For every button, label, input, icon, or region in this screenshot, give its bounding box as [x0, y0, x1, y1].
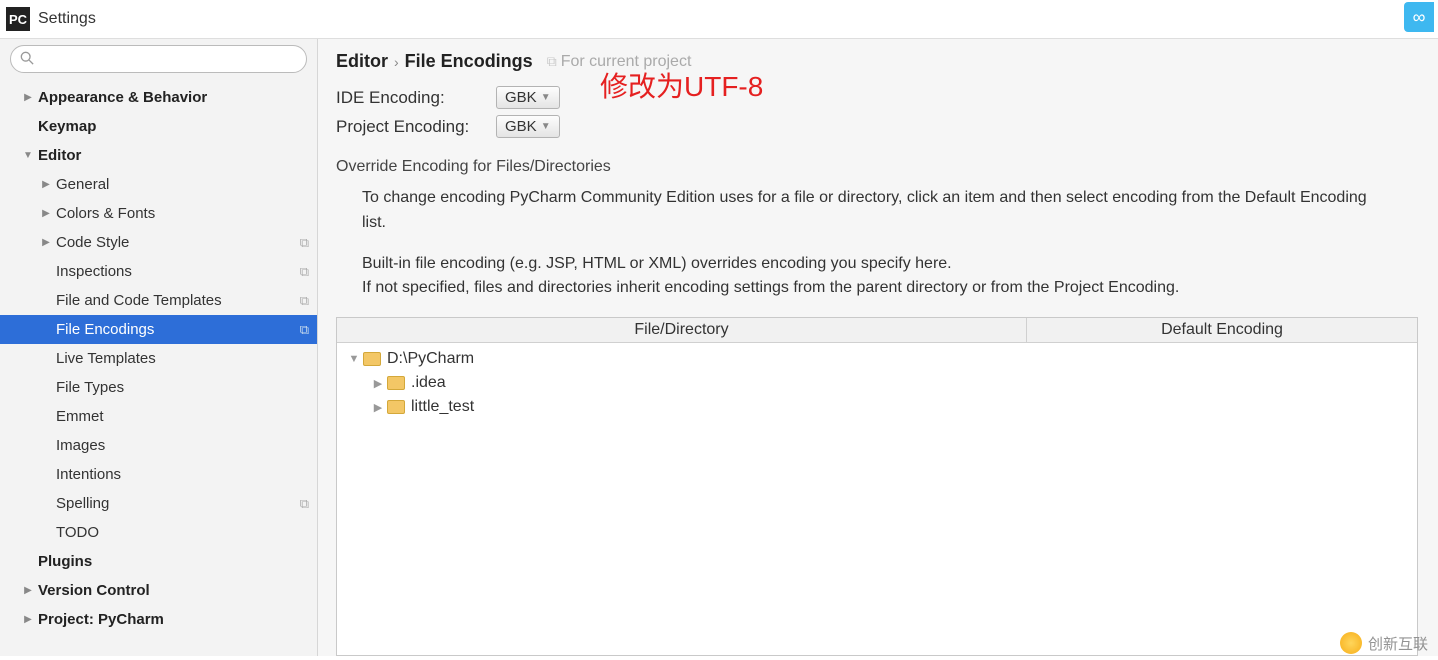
- project-scope-icon: ⧉: [547, 53, 557, 70]
- window-title: Settings: [38, 10, 96, 28]
- sidebar-item-label: Inspections: [56, 263, 300, 280]
- folder-icon: [387, 376, 405, 390]
- sidebar-item-emmet[interactable]: Emmet: [0, 402, 317, 431]
- sidebar-item-label: Version Control: [38, 582, 309, 599]
- col-default-encoding[interactable]: Default Encoding: [1027, 318, 1417, 342]
- sidebar-item-code-style[interactable]: ▶ Code Style⧉: [0, 228, 317, 257]
- table-row[interactable]: ▼ D:\PyCharm: [343, 347, 1411, 371]
- sidebar-item-label: Images: [56, 437, 309, 454]
- project-encoding-dropdown[interactable]: GBK ▼: [496, 115, 560, 138]
- sidebar-item-intentions[interactable]: Intentions: [0, 460, 317, 489]
- sidebar-item-spelling[interactable]: Spelling⧉: [0, 489, 317, 518]
- project-scope-icon: ⧉: [300, 264, 309, 280]
- sidebar-item-file-encodings[interactable]: File Encodings⧉: [0, 315, 317, 344]
- col-file-directory[interactable]: File/Directory: [337, 318, 1027, 342]
- tree-arrow-icon: ▶: [22, 585, 34, 596]
- breadcrumb-root: Editor: [336, 51, 388, 72]
- dir-name: .idea: [411, 374, 446, 392]
- settings-tree: ▶ Appearance & Behavior Keymap ▼ Editor ▶ Gene…: [0, 79, 317, 656]
- sidebar-item-plugins[interactable]: Plugins: [0, 547, 317, 576]
- sidebar-item-label: Plugins: [38, 553, 309, 570]
- project-scope-icon: ⧉: [300, 496, 309, 512]
- sidebar-item-todo[interactable]: TODO: [0, 518, 317, 547]
- settings-main: Editor › File Encodings ⧉ For current pr…: [318, 39, 1438, 656]
- project-scope-icon: ⧉: [300, 235, 309, 251]
- dir-name: D:\PyCharm: [387, 350, 474, 368]
- sidebar-item-inspections[interactable]: Inspections⧉: [0, 257, 317, 286]
- titlebar: PC Settings ∞: [0, 0, 1438, 38]
- breadcrumb-sep: ›: [394, 54, 399, 70]
- ide-encoding-value: GBK: [505, 89, 537, 106]
- breadcrumb-hint: ⧉ For current project: [547, 53, 692, 71]
- ide-encoding-row: IDE Encoding: GBK ▼: [336, 86, 1418, 109]
- encoding-table: File/Directory Default Encoding ▼ D:\PyCh…: [336, 317, 1418, 656]
- sidebar-item-images[interactable]: Images: [0, 431, 317, 460]
- override-section-title: Override Encoding for Files/Directories: [336, 158, 1418, 176]
- table-row[interactable]: ▶ little_test: [343, 395, 1411, 419]
- sidebar-item-label: Code Style: [56, 234, 300, 251]
- sidebar-item-keymap[interactable]: Keymap: [0, 112, 317, 141]
- settings-sidebar: ▶ Appearance & Behavior Keymap ▼ Editor ▶ Gene…: [0, 39, 318, 656]
- sidebar-item-editor[interactable]: ▼ Editor: [0, 141, 317, 170]
- project-scope-icon: ⧉: [300, 322, 309, 338]
- tree-arrow-icon: ▼: [22, 150, 34, 161]
- breadcrumb: Editor › File Encodings ⧉ For current pr…: [336, 51, 1418, 72]
- tree-arrow-icon: ▶: [22, 614, 34, 625]
- ide-encoding-dropdown[interactable]: GBK ▼: [496, 86, 560, 109]
- sidebar-item-file-and-code-templates[interactable]: File and Code Templates⧉: [0, 286, 317, 315]
- project-scope-icon: ⧉: [300, 293, 309, 309]
- watermark-icon: [1340, 632, 1362, 654]
- project-encoding-label: Project Encoding:: [336, 117, 496, 137]
- pycharm-app-icon: PC: [6, 7, 30, 31]
- folder-icon: [387, 400, 405, 414]
- sidebar-item-label: File and Code Templates: [56, 292, 300, 309]
- sidebar-item-label: File Encodings: [56, 321, 300, 338]
- sidebar-item-label: Spelling: [56, 495, 300, 512]
- tree-arrow-icon: ▶: [371, 401, 385, 414]
- sidebar-item-project-pycharm[interactable]: ▶ Project: PyCharm: [0, 605, 317, 634]
- titlebar-tool-icon[interactable]: ∞: [1404, 2, 1434, 32]
- table-body: ▼D:\PyCharm▶.idea▶little_test: [337, 343, 1417, 655]
- override-help-1: To change encoding PyCharm Community Edi…: [336, 186, 1418, 236]
- sidebar-item-label: Editor: [38, 147, 309, 164]
- project-encoding-row: Project Encoding: GBK ▼: [336, 115, 1418, 138]
- watermark: 创新互联: [1340, 632, 1428, 654]
- sidebar-item-appearance-behavior[interactable]: ▶ Appearance & Behavior: [0, 83, 317, 112]
- chevron-down-icon: ▼: [541, 92, 551, 103]
- chevron-down-icon: ▼: [541, 121, 551, 132]
- sidebar-item-label: TODO: [56, 524, 309, 541]
- sidebar-item-label: File Types: [56, 379, 309, 396]
- tree-arrow-icon: ▼: [347, 353, 361, 365]
- project-encoding-value: GBK: [505, 118, 537, 135]
- table-header: File/Directory Default Encoding: [337, 318, 1417, 343]
- sidebar-item-version-control[interactable]: ▶ Version Control: [0, 576, 317, 605]
- search-input[interactable]: [10, 45, 307, 73]
- sidebar-item-general[interactable]: ▶ General: [0, 170, 317, 199]
- ide-encoding-label: IDE Encoding:: [336, 88, 496, 108]
- sidebar-item-label: Project: PyCharm: [38, 611, 309, 628]
- folder-icon: [363, 352, 381, 366]
- sidebar-item-live-templates[interactable]: Live Templates: [0, 344, 317, 373]
- sidebar-item-label: Intentions: [56, 466, 309, 483]
- breadcrumb-leaf: File Encodings: [405, 51, 533, 72]
- tree-arrow-icon: ▶: [40, 237, 52, 248]
- table-row[interactable]: ▶ .idea: [343, 371, 1411, 395]
- sidebar-item-label: General: [56, 176, 309, 193]
- sidebar-item-label: Appearance & Behavior: [38, 89, 309, 106]
- breadcrumb-hint-text: For current project: [561, 53, 692, 71]
- sidebar-item-label: Emmet: [56, 408, 309, 425]
- tree-arrow-icon: ▶: [40, 179, 52, 190]
- sidebar-item-colors-fonts[interactable]: ▶ Colors & Fonts: [0, 199, 317, 228]
- sidebar-item-label: Keymap: [38, 118, 309, 135]
- sidebar-item-file-types[interactable]: File Types: [0, 373, 317, 402]
- watermark-text: 创新互联: [1368, 633, 1428, 654]
- tree-arrow-icon: ▶: [40, 208, 52, 219]
- sidebar-item-label: Live Templates: [56, 350, 309, 367]
- tree-arrow-icon: ▶: [371, 377, 385, 390]
- sidebar-item-label: Colors & Fonts: [56, 205, 309, 222]
- tree-arrow-icon: ▶: [22, 92, 34, 103]
- override-help-2: Built-in file encoding (e.g. JSP, HTML o…: [336, 252, 1418, 302]
- dir-name: little_test: [411, 398, 474, 416]
